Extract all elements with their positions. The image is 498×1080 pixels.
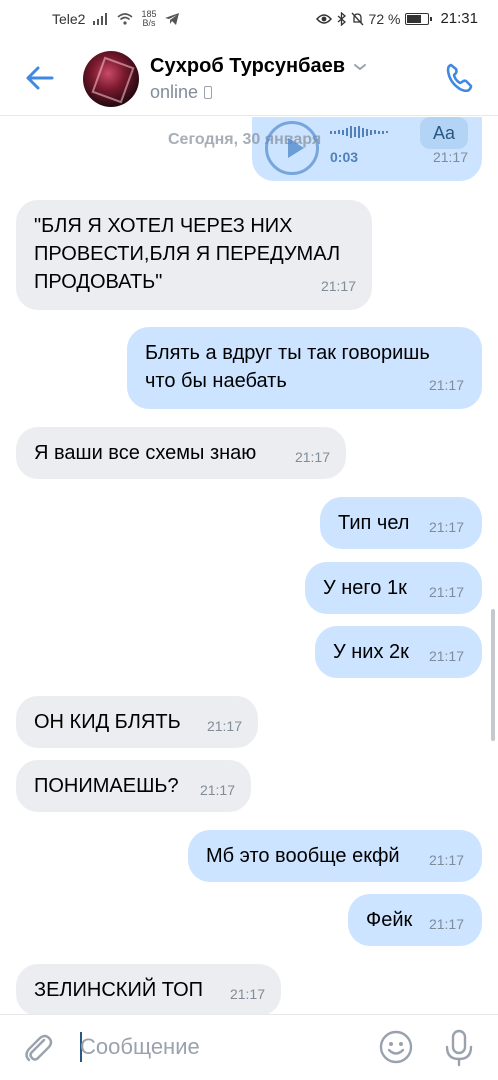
status-bar: Tele2 185 B/s 72 % 21:31: [0, 0, 498, 38]
message-time: 21:17: [294, 449, 330, 465]
status-right: 72 % 21:31: [315, 10, 478, 27]
contact-name: Сухроб Турсунбаев: [150, 55, 346, 77]
message-time: 21:17: [428, 648, 464, 664]
telegram-icon: [164, 13, 179, 25]
message-text: Мб это вообще екфй: [206, 845, 400, 867]
smiley-icon[interactable]: [378, 1029, 414, 1065]
status-left: Tele2 185 B/s: [52, 10, 179, 28]
message-time: 21:17: [428, 916, 464, 932]
message-time: 21:17: [229, 986, 265, 1002]
message-line: Блять а вдруг ты так говоришь: [145, 342, 430, 364]
message-text: ПОНИМАЕШЬ?: [34, 775, 179, 797]
message-time: 21:17: [428, 584, 464, 600]
contact-status: online: [150, 82, 213, 103]
carrier-label: Tele2: [52, 11, 86, 27]
message-bubble-incoming[interactable]: ЗЕЛИНСКИЙ ТОП 21:17: [16, 964, 281, 1014]
message-input[interactable]: [80, 1029, 360, 1065]
back-arrow-icon[interactable]: [22, 60, 58, 96]
message-bubble-outgoing[interactable]: У них 2к 21:17: [315, 626, 482, 678]
message-bubble-outgoing[interactable]: Фейк 21:17: [348, 894, 482, 946]
scrollbar[interactable]: [491, 609, 495, 741]
battery-percent: 72 %: [368, 10, 401, 27]
message-list[interactable]: 21:17 Сегодня, 30 января 0:03 Aa "БЛЯ Я …: [0, 117, 498, 1014]
message-composer: [0, 1014, 498, 1080]
message-text: Тип чел: [338, 512, 410, 534]
message-time: 21:17: [428, 519, 464, 535]
message-bubble-outgoing[interactable]: У него 1к 21:17: [305, 562, 482, 614]
voice-duration: 0:03: [330, 149, 359, 165]
message-time: 21:17: [428, 852, 464, 868]
message-text: "БЛЯ Я ХОТЕЛ ЧЕРЕЗ НИХ ПРОВЕСТИ,БЛЯ Я ПЕ…: [34, 212, 340, 296]
clock: 21:31: [440, 10, 478, 27]
signal-icon: [93, 13, 108, 25]
message-time: 21:17: [206, 718, 242, 734]
message-bubble-outgoing[interactable]: Тип чел 21:17: [320, 497, 482, 549]
net-speed: 185 B/s: [141, 10, 156, 28]
message-text: У них 2к: [333, 641, 409, 663]
bluetooth-icon: [337, 11, 346, 26]
battery-icon: [405, 12, 433, 25]
message-bubble-outgoing[interactable]: Блять а вдруг ты так говоришь что бы нае…: [127, 327, 482, 409]
wifi-icon: [117, 13, 133, 25]
paperclip-icon[interactable]: [22, 1031, 54, 1065]
message-line: ПРОДОВАТЬ": [34, 271, 163, 293]
message-text: ЗЕЛИНСКИЙ ТОП: [34, 979, 204, 1001]
online-status: online: [150, 82, 199, 102]
message-time: 21:17: [199, 782, 235, 798]
net-speed-unit: B/s: [142, 18, 156, 28]
mute-bell-icon: [351, 12, 364, 25]
message-bubble-outgoing[interactable]: Мб это вообще екфй 21:17: [188, 830, 482, 882]
message-bubble-incoming[interactable]: ПОНИМАЕШЬ? 21:17: [16, 760, 251, 812]
message-line: ПРОВЕСТИ,БЛЯ Я ПЕРЕДУМАЛ: [34, 243, 341, 265]
chevron-down-icon: [354, 63, 367, 70]
message-text: У него 1к: [323, 577, 407, 599]
mobile-device-icon: [204, 86, 213, 99]
eye-icon: [315, 13, 332, 24]
message-line: что бы наебать: [145, 370, 287, 392]
contact-name-row[interactable]: Сухроб Турсунбаев: [150, 55, 367, 78]
message-bubble-incoming[interactable]: "БЛЯ Я ХОТЕЛ ЧЕРЕЗ НИХ ПРОВЕСТИ,БЛЯ Я ПЕ…: [16, 200, 372, 310]
message-text: Я ваши все схемы знаю: [34, 442, 257, 464]
message-text: ОН КИД БЛЯТЬ: [34, 711, 181, 733]
message-text: Фейк: [366, 909, 413, 931]
message-line: "БЛЯ Я ХОТЕЛ ЧЕРЕЗ НИХ: [34, 215, 293, 237]
waveform: [330, 126, 388, 138]
chat-header: Сухроб Турсунбаев online: [0, 38, 498, 116]
message-bubble-incoming[interactable]: Я ваши все схемы знаю 21:17: [16, 427, 346, 479]
transcribe-button[interactable]: Aa: [420, 117, 468, 149]
microphone-icon[interactable]: [444, 1029, 474, 1067]
message-time: 21:17: [320, 278, 356, 294]
play-icon[interactable]: [265, 121, 319, 175]
message-bubble-incoming[interactable]: ОН КИД БЛЯТЬ 21:17: [16, 696, 258, 748]
contact-avatar[interactable]: [83, 51, 139, 107]
phone-call-icon[interactable]: [440, 58, 480, 98]
message-time: 21:17: [428, 377, 464, 393]
message-text: Блять а вдруг ты так говоришь что бы нае…: [145, 339, 430, 395]
